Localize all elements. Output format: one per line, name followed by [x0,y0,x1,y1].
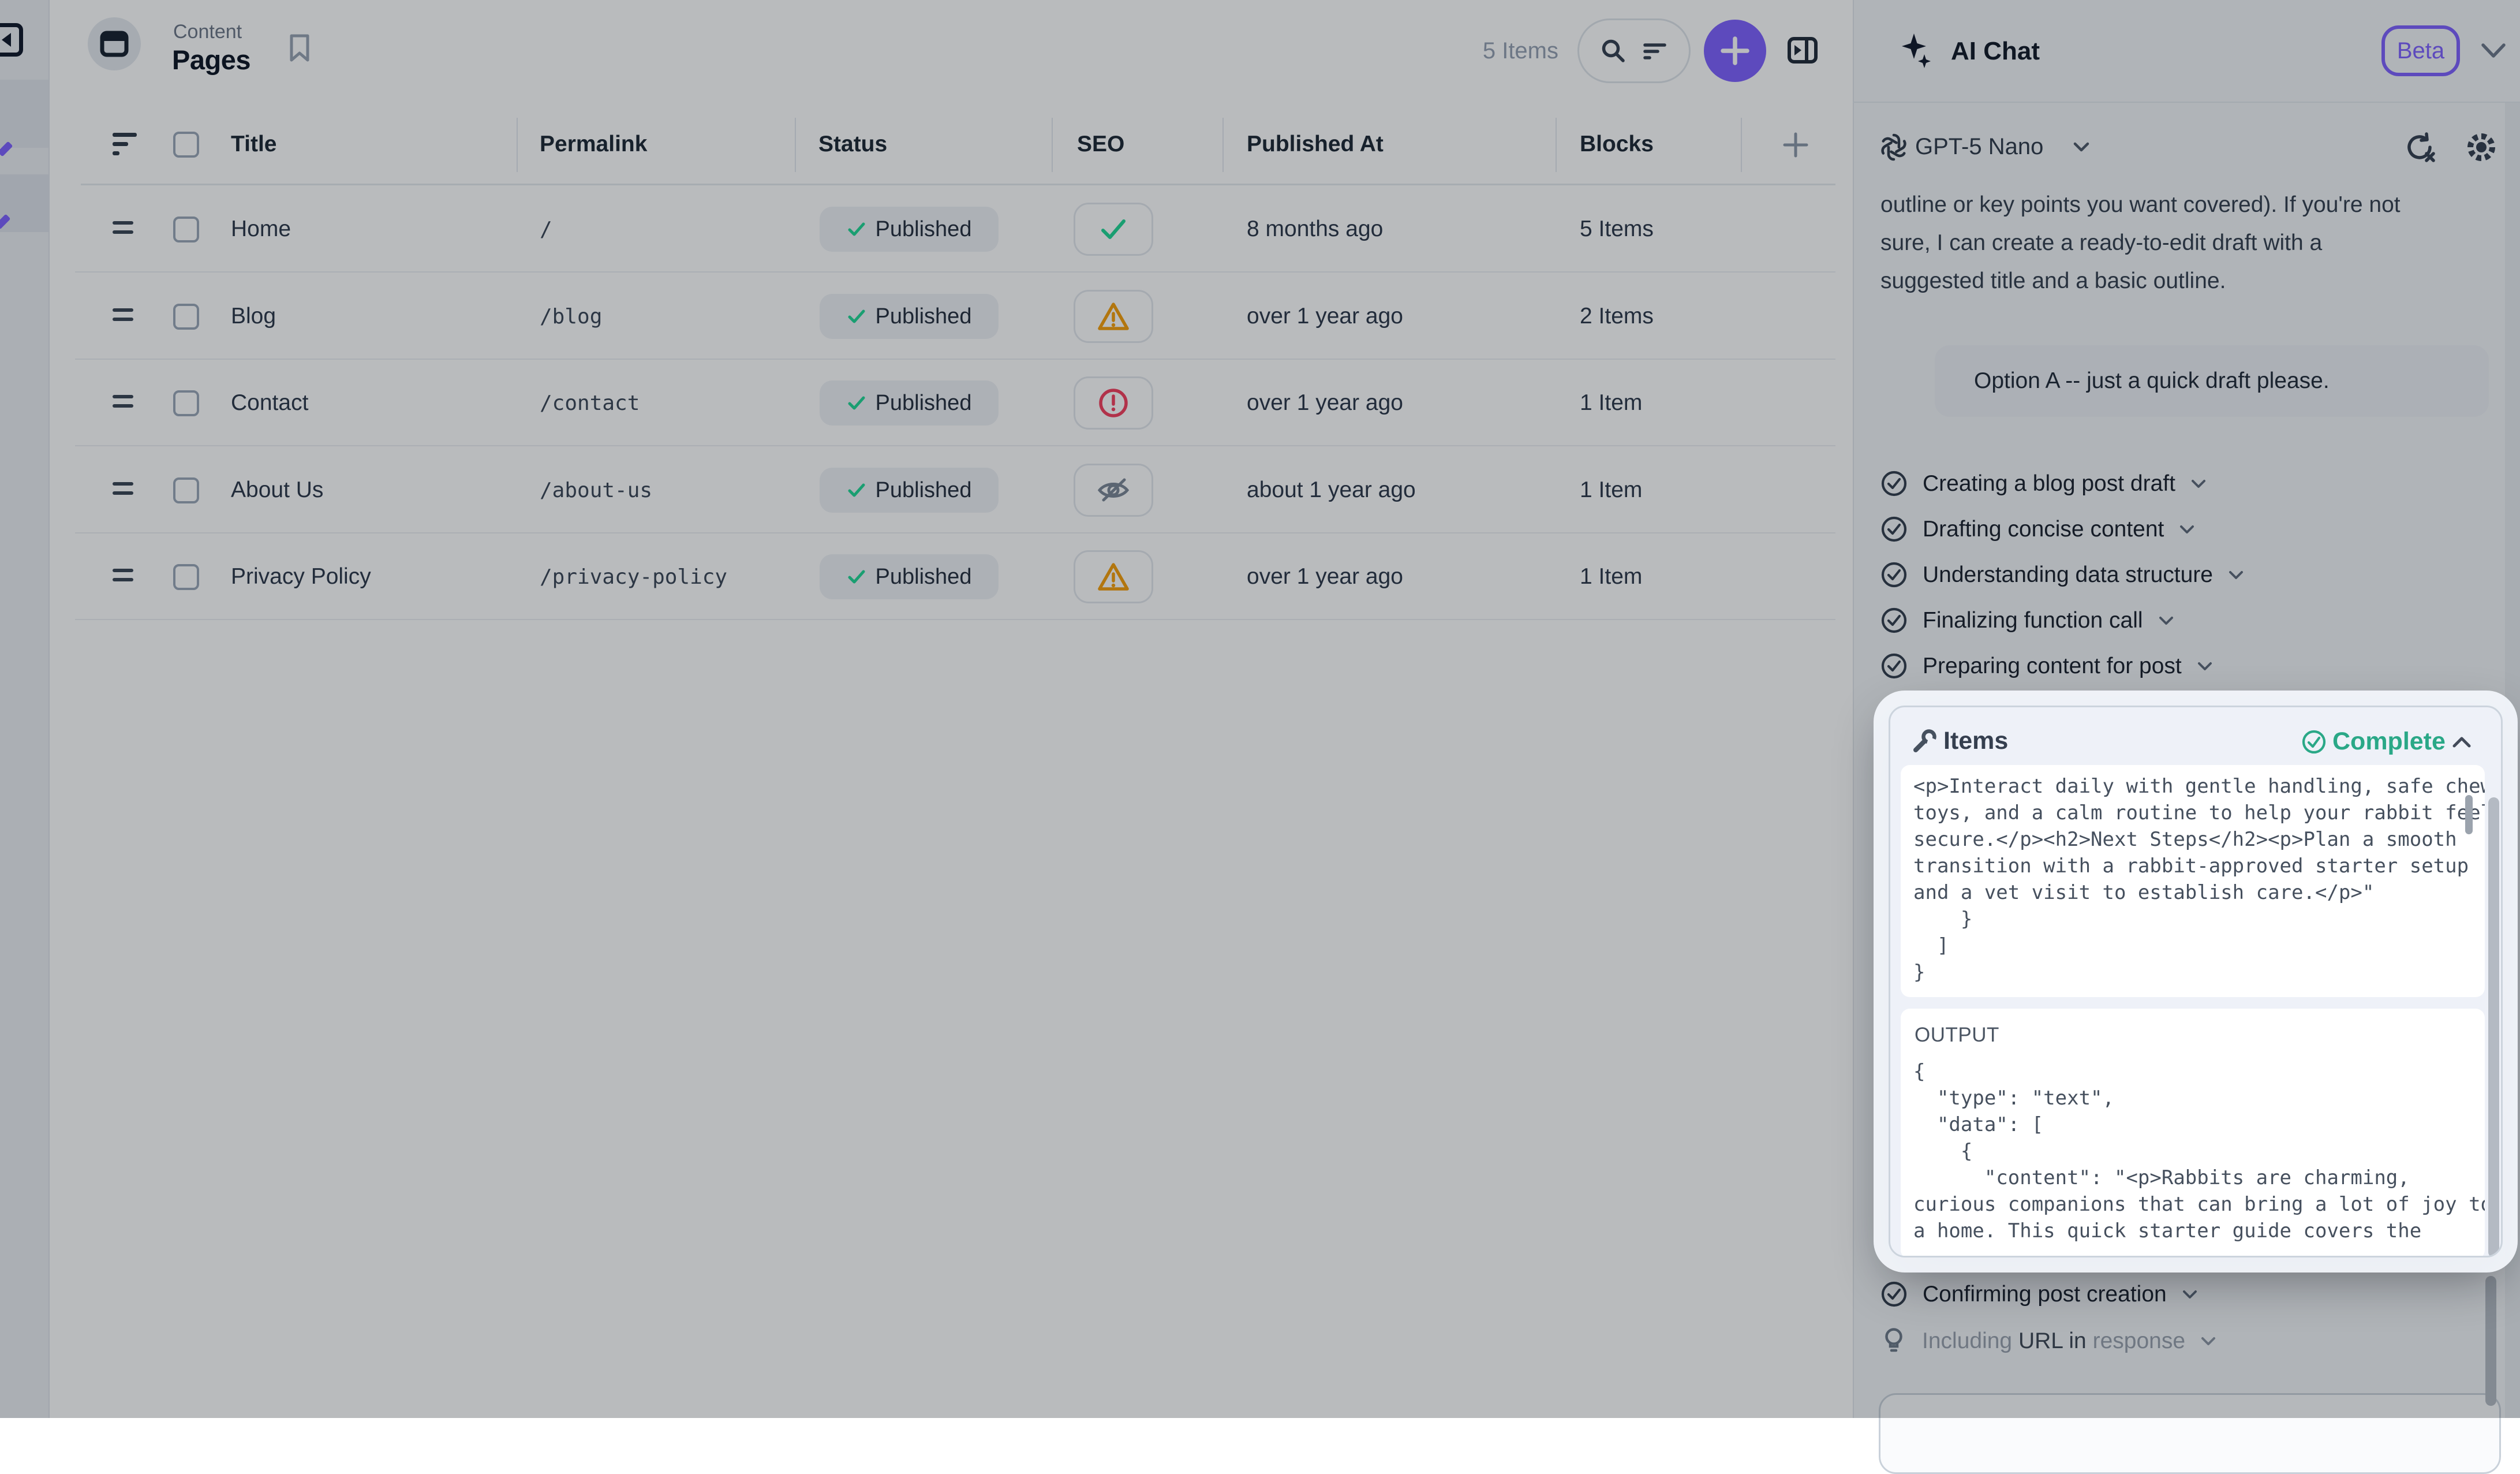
tool-input-code-block[interactable]: <p>Interact daily with gentle handling, … [1901,765,2485,997]
status-badge: Complete [2332,727,2446,756]
items-tool-panel: Items Complete <p>Interact daily with ge… [1889,706,2503,1257]
wrench-icon [1911,728,1938,755]
complete-check-circle-icon [2301,729,2327,755]
output-label: OUTPUT [1915,1024,1999,1047]
tool-panel-title: Items [1943,727,2008,755]
tool-output-code-block[interactable]: OUTPUT { "type": "text", "data": [ { "co… [1901,1009,2485,1257]
code-scrollbar-thumb[interactable] [2465,795,2473,834]
chevron-up-icon[interactable] [2451,735,2472,749]
code-text: { "type": "text", "data": [ { "content":… [1913,1058,2485,1244]
code-text: <p>Interact daily with gentle handling, … [1913,773,2485,986]
tool-panel-scrollbar-thumb[interactable] [2488,797,2499,1257]
